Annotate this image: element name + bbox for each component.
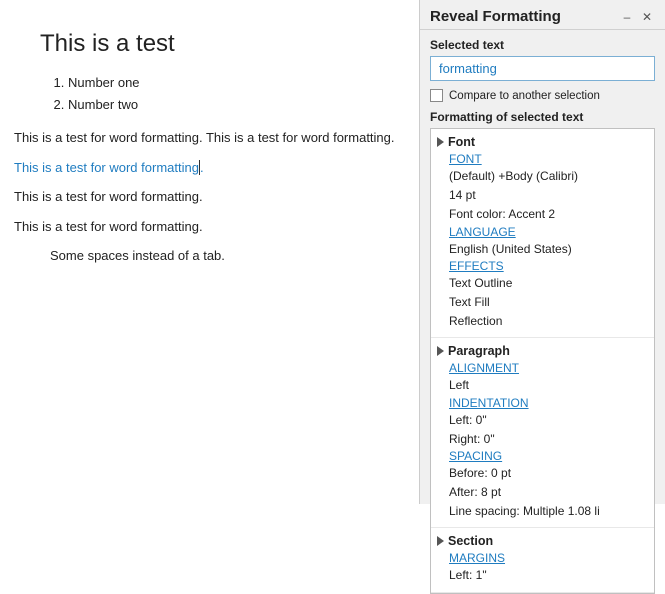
alignment-value: Left [437,376,646,395]
compare-checkbox[interactable] [430,89,443,102]
doc-paragraph-2: This is a test for word formatting. [14,187,399,207]
section-section-title: Section [448,534,493,548]
font-link[interactable]: FONT [437,152,646,166]
panel-header: Reveal Formatting – ✕ [420,0,665,30]
effects-reflection: Reflection [437,312,646,331]
document-heading: This is a test [14,30,399,58]
language-link[interactable]: LANGUAGE [437,225,646,239]
list-item: Number one [68,72,399,94]
paragraph-section: Paragraph ALIGNMENT Left INDENTATION Lef… [431,338,654,528]
margins-left-value: Left: 1" [437,566,646,585]
triangle-icon [437,536,444,546]
formatting-scroll-area[interactable]: Font FONT (Default) +Body (Calibri) 14 p… [430,128,655,594]
font-color-value: Font color: Accent 2 [437,205,646,224]
document-list: Number one Number two [14,72,399,116]
panel-controls: – ✕ [619,9,655,25]
effects-fill: Text Fill [437,293,646,312]
formatting-header: Formatting of selected text [430,110,655,124]
section-section-header: Section [437,534,646,548]
indent-left-value: Left: 0" [437,411,646,430]
margins-link[interactable]: MARGINS [437,551,646,565]
paragraph-section-header: Paragraph [437,344,646,358]
doc-paragraph-indented: Some spaces instead of a tab. [14,246,399,266]
effects-link[interactable]: EFFECTS [437,259,646,273]
doc-paragraph-3: This is a test for word formatting. [14,217,399,237]
list-item: Number two [68,94,399,116]
compare-label: Compare to another selection [449,90,600,102]
selected-text-label: Selected text [430,38,655,52]
font-section: Font FONT (Default) +Body (Calibri) 14 p… [431,129,654,338]
font-family-value: (Default) +Body (Calibri) [437,167,646,186]
effects-outline: Text Outline [437,274,646,293]
reveal-formatting-panel: Reveal Formatting – ✕ Selected text form… [420,0,665,504]
panel-body: Selected text formatting Compare to anot… [420,30,665,594]
doc-paragraph-1: This is a test for word formatting. This… [14,128,399,148]
selected-text-box: formatting [430,56,655,81]
document-area: This is a test Number one Number two Thi… [0,0,420,504]
cursor [199,160,200,175]
indent-right-value: Right: 0" [437,430,646,449]
language-value: English (United States) [437,240,646,259]
triangle-icon [437,137,444,147]
triangle-icon [437,346,444,356]
compare-row: Compare to another selection [430,89,655,102]
panel-title: Reveal Formatting [430,8,561,25]
font-section-title: Font [448,135,475,149]
section-section: Section MARGINS Left: 1" [431,528,654,592]
line-spacing-value: Line spacing: Multiple 1.08 li [437,502,646,521]
font-size-value: 14 pt [437,186,646,205]
alignment-link[interactable]: ALIGNMENT [437,361,646,375]
indentation-link[interactable]: INDENTATION [437,396,646,410]
spacing-after-value: After: 8 pt [437,483,646,502]
collapse-button[interactable]: – [619,9,635,25]
spacing-before-value: Before: 0 pt [437,464,646,483]
spacing-link[interactable]: SPACING [437,449,646,463]
font-section-header: Font [437,135,646,149]
doc-paragraph-link: This is a test for word formatting. [14,158,399,178]
paragraph-section-title: Paragraph [448,344,510,358]
close-button[interactable]: ✕ [639,9,655,25]
